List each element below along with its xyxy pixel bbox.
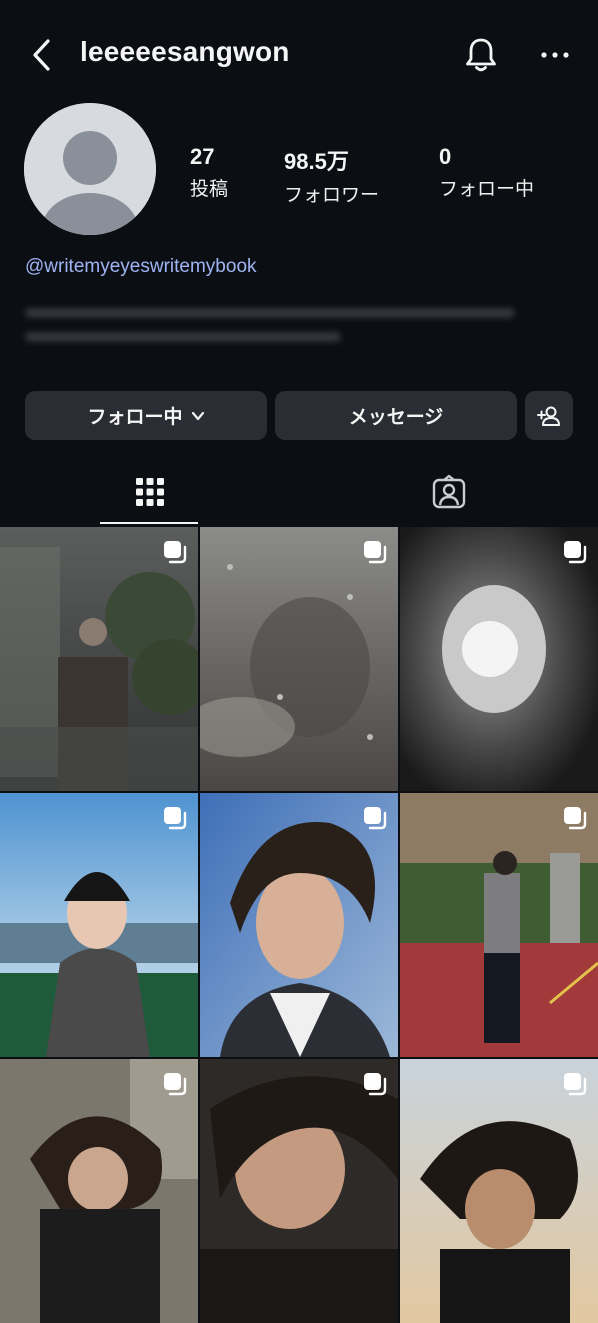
post-7[interactable] xyxy=(0,1059,198,1323)
post-2-image xyxy=(200,527,398,791)
post-8[interactable] xyxy=(200,1059,398,1323)
back-icon[interactable] xyxy=(28,38,58,72)
tab-posts-grid[interactable] xyxy=(0,460,299,524)
default-avatar-icon xyxy=(24,103,156,235)
tagged-icon xyxy=(432,474,465,509)
grid-icon xyxy=(135,478,164,506)
bell-icon[interactable] xyxy=(462,36,500,74)
post-1[interactable] xyxy=(0,527,198,791)
profile-avatar[interactable] xyxy=(24,103,156,235)
following-count[interactable]: 0 フォロー中 xyxy=(439,144,534,201)
post-7-image xyxy=(0,1059,198,1323)
posts-count-label: 投稿 xyxy=(190,179,229,200)
post-9-image xyxy=(400,1059,598,1323)
active-tab-indicator xyxy=(100,522,198,524)
post-5[interactable] xyxy=(200,793,398,1057)
post-6-image xyxy=(400,793,598,1057)
post-1-image xyxy=(0,527,198,791)
message-button-label: メッセージ xyxy=(348,407,444,428)
profile-username: leeeeesangwon xyxy=(80,36,290,67)
multiple-photos-icon xyxy=(364,1073,387,1096)
post-3[interactable] xyxy=(400,527,598,791)
post-4[interactable] xyxy=(0,793,198,1057)
multiple-photos-icon xyxy=(364,807,387,830)
following-count-label: フォロー中 xyxy=(439,179,535,200)
tab-tagged[interactable] xyxy=(299,460,598,524)
followers-count-value: 98.5万 xyxy=(284,149,349,174)
multiple-photos-icon xyxy=(164,1073,187,1096)
post-2[interactable] xyxy=(200,527,398,791)
following-count-value: 0 xyxy=(439,144,452,169)
following-button[interactable]: フォロー中 xyxy=(25,391,267,440)
followers-count[interactable]: 98.5万 フォロワー xyxy=(284,144,379,207)
post-6[interactable] xyxy=(400,793,598,1057)
profile-link[interactable]: @writemyeyeswritemybook xyxy=(25,256,257,278)
message-button[interactable]: メッセージ xyxy=(275,391,517,440)
post-3-image xyxy=(400,527,598,791)
add-user-icon xyxy=(537,406,560,426)
post-9[interactable] xyxy=(400,1059,598,1323)
multiple-photos-icon xyxy=(564,1073,587,1096)
posts-count-value: 27 xyxy=(190,144,215,169)
posts-count[interactable]: 27 投稿 xyxy=(190,144,228,201)
post-5-image xyxy=(200,793,398,1057)
multiple-photos-icon xyxy=(364,541,387,564)
multiple-photos-icon xyxy=(564,541,587,564)
multiple-photos-icon xyxy=(564,807,587,830)
add-user-button[interactable] xyxy=(525,391,573,440)
profile-tabs xyxy=(0,460,598,526)
followers-count-label: フォロワー xyxy=(284,185,380,206)
multiple-photos-icon xyxy=(164,541,187,564)
multiple-photos-icon xyxy=(164,807,187,830)
following-button-label: フォロー中 xyxy=(87,407,183,428)
top-bar: leeeeesangwon xyxy=(0,0,598,108)
chevron-down-icon xyxy=(191,411,204,420)
blurred-bio xyxy=(25,308,535,352)
post-8-image xyxy=(200,1059,398,1323)
more-icon[interactable] xyxy=(538,38,572,72)
post-4-image xyxy=(0,793,198,1057)
